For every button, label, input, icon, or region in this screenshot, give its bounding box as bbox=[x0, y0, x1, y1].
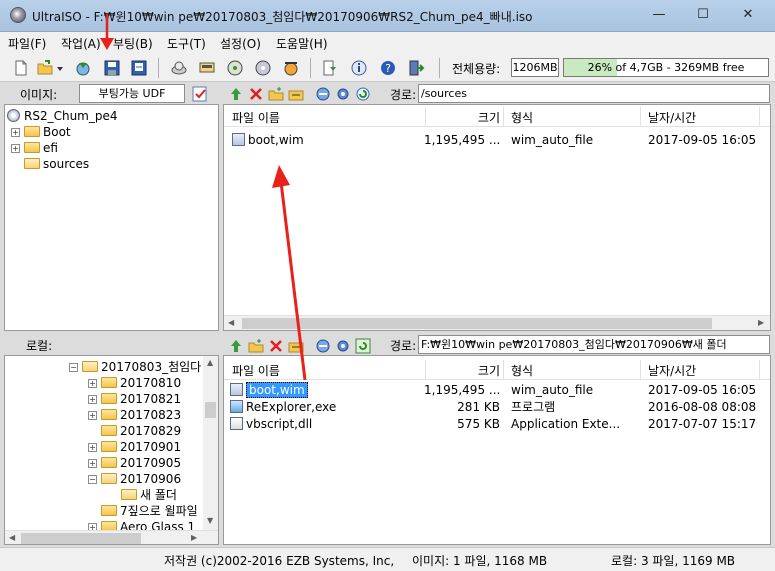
annotation-overlay bbox=[100, 14, 307, 381]
status-bar: 저작권 (c)2002-2016 EZB Systems, Inc, 이미지: … bbox=[0, 547, 775, 571]
status-image: 이미지: 1 파일, 1168 MB bbox=[412, 554, 548, 568]
arrow-head-menu bbox=[100, 38, 114, 50]
arrow-shaft-files bbox=[279, 181, 307, 381]
status-local: 로컬: 3 파일, 1169 MB bbox=[611, 554, 736, 568]
status-copyright: 저작권 (c)2002-2016 EZB Systems, Inc, bbox=[164, 554, 395, 568]
arrow-head-files bbox=[272, 165, 290, 188]
red-arrows bbox=[100, 14, 307, 381]
